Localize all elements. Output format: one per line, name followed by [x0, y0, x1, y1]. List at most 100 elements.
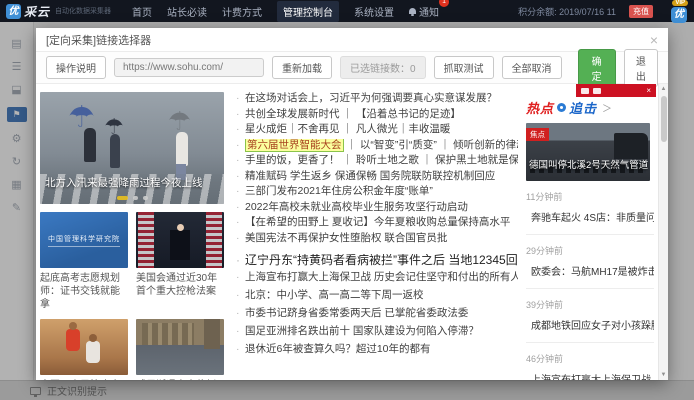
- dialog-toolbar: 操作说明 重新加载 已选链接数：0 抓取测试 全部取消 确定 退出: [36, 52, 668, 84]
- vip-avatar: 优: [671, 7, 687, 23]
- dialog-header: [定向采集]链接选择器 ×: [36, 28, 668, 52]
- webpage-left-column: ☂ ☂ ☂ 北方入汛来最强降雨过程今夜上线: [40, 92, 226, 380]
- hot-news-item[interactable]: 39分钟前 成都地铁回应女子对小孩跺脚: [526, 289, 654, 343]
- url-input[interactable]: [114, 58, 264, 77]
- ad-close-icon[interactable]: ×: [646, 87, 651, 95]
- ad-glyph: [581, 88, 589, 94]
- carousel-dot[interactable]: [133, 196, 138, 200]
- hot-item-text[interactable]: 成都地铁回应女子对小孩跺脚: [526, 317, 654, 332]
- pedestrian-figure: [110, 134, 120, 168]
- thumb-image-basketball: [40, 319, 128, 375]
- scrape-test-button[interactable]: 抓取测试: [434, 56, 494, 79]
- news-thumb[interactable]: 中国管理科学研究院 起底高考志愿规划师：证书交钱就能拿: [40, 212, 128, 311]
- page-scrollbar[interactable]: ▲ ▼: [658, 84, 668, 380]
- headline-link[interactable]: 三部门发布2021年住房公积金年度“账单”: [236, 185, 518, 198]
- menu-item-settings[interactable]: 系统设置: [354, 4, 394, 19]
- headline-link[interactable]: 上海宣布打赢大上海保卫战 历史会记住坚守和付出的所有人: [236, 271, 518, 284]
- hot-section-header[interactable]: 热点 追击 ＞: [526, 98, 654, 117]
- news-thumb[interactable]: 美国会通过近30年首个重大控枪法案: [136, 212, 224, 311]
- ship-graphic: [614, 133, 648, 159]
- scrollbar-thumb[interactable]: [661, 96, 667, 142]
- app-window: 优 采云 自动化数据采集器 首页 站长必读 计费方式 管理控制台 系统设置 通知…: [0, 0, 694, 400]
- hot-news-item[interactable]: 46分钟前 上海宣布打赢大上海保卫战: [526, 343, 654, 380]
- ad-banner[interactable]: ×: [576, 84, 656, 97]
- cancel-all-button[interactable]: 全部取消: [502, 56, 562, 79]
- focus-caption[interactable]: 德国叫停北溪2号天然气管道: [529, 157, 647, 171]
- chevron-right-icon[interactable]: ＞: [602, 100, 612, 115]
- news-thumb-grid: 中国管理科学研究院 起底高考志愿规划师：证书交钱就能拿 美国会通过近30年首个重…: [40, 212, 226, 380]
- scrollbar-up-icon[interactable]: ▲: [659, 84, 668, 94]
- hot-title: 热点: [526, 98, 554, 117]
- carousel-dot[interactable]: [143, 196, 148, 200]
- headline-link[interactable]: 北京：中小学、高一高二等下周一返校: [236, 289, 518, 302]
- news-thumb[interactable]: 中国三人男篮止步小组赛: [40, 319, 128, 380]
- headline-link[interactable]: 美国宪法不再保护女性堕胎权 联合国官员批: [236, 232, 518, 245]
- headline-link[interactable]: 【在希望的田野上 夏收记】今年夏粮收购总量保持高水平: [236, 216, 518, 229]
- focus-tag: 焦点: [526, 128, 549, 141]
- headline-link[interactable]: 精准赋码 学生返乡 保通保畅 国务院联防联控机制回应: [236, 170, 518, 183]
- vip-corner[interactable]: VIP 优: [666, 1, 688, 21]
- hot-item-text[interactable]: 奔驰车起火 4S店：非质量问题: [526, 209, 654, 224]
- headline-link-lead[interactable]: 辽宁丹东“持黄码者看病被拦”事件之后 当地12345回应: [236, 254, 518, 267]
- hot-item-time: 11分钟前: [526, 190, 654, 203]
- carousel-main-image[interactable]: ☂ ☂ ☂ 北方入汛来最强降雨过程今夜上线: [40, 92, 224, 204]
- headline-rest: ｜ 以“智变”引“质变” ｜ 倾听创新的律动: [344, 139, 519, 151]
- scrollbar-down-icon[interactable]: ▼: [659, 370, 668, 380]
- webpage-headline-column: 在这场对话会上，习近平为何强调要真心实意谋发展？ 共创全球发展新时代 ｜ 【沿着…: [236, 92, 518, 380]
- account-balance-text: 积分余额: 2019/07/16 11: [518, 5, 616, 18]
- logo-tagline: 自动化数据采集器: [55, 6, 111, 16]
- hot-item-text[interactable]: 上海宣布打赢大上海保卫战: [526, 371, 654, 380]
- carousel-dots: [40, 196, 224, 200]
- notification-badge: 1: [439, 0, 449, 7]
- menu-item-must-read[interactable]: 站长必读: [167, 4, 207, 19]
- confirm-button[interactable]: 确定: [578, 49, 616, 87]
- bell-icon: [409, 8, 416, 14]
- headline-link[interactable]: 市委书记跻身省委常委两天后 已掌舵省委政法委: [236, 307, 518, 320]
- pedestrian-figure: [176, 132, 188, 166]
- embedded-webpage: ☂ ☂ ☂ 北方入汛来最强降雨过程今夜上线: [36, 84, 668, 380]
- app-logo[interactable]: 优 采云 自动化数据采集器: [6, 3, 111, 20]
- hot-news-item[interactable]: 11分钟前 奔驰车起火 4S店：非质量问题: [526, 181, 654, 235]
- headline-link[interactable]: 星火成炬｜不舍再见 ｜ 凡人微光｜丰收温暖: [236, 123, 518, 136]
- hot-target-icon: [557, 103, 566, 112]
- news-thumb[interactable]: 威尼斯遇高水位倒灌 圣…: [136, 319, 224, 380]
- hot-item-time: 46分钟前: [526, 352, 654, 365]
- menu-item-notifications[interactable]: 通知 1: [409, 4, 439, 19]
- hot-news-item[interactable]: 29分钟前 欧委会：马航MH17是被炸击落: [526, 235, 654, 289]
- vip-badge: VIP: [672, 0, 688, 6]
- thumb-image-speech: [136, 212, 224, 268]
- headline-link[interactable]: 退休近6年被查算久吗？超过10年的都有: [236, 343, 518, 356]
- menu-item-console[interactable]: 管理控制台: [277, 1, 339, 22]
- menu-item-home[interactable]: 首页: [132, 4, 152, 19]
- headline-list: 在这场对话会上，习近平为何强调要真心实意谋发展？ 共创全球发展新时代 ｜ 【沿着…: [236, 92, 518, 356]
- headline-link[interactable]: 在这场对话会上，习近平为何强调要真心实意谋发展？: [236, 92, 518, 105]
- thumb-caption[interactable]: 美国会通过近30年首个重大控枪法案: [136, 272, 224, 298]
- webpage-hot-panel: × 热点 追击 ＞ 焦点 德国叫停北溪2号天然气管道 11分钟前 奔驰车起火 4…: [526, 92, 654, 380]
- link-selector-dialog: [定向采集]链接选择器 × 操作说明 重新加载 已选链接数：0 抓取测试 全部取…: [36, 28, 668, 380]
- thumb-caption[interactable]: 起底高考志愿规划师：证书交钱就能拿: [40, 272, 128, 311]
- hot-item-text[interactable]: 欧委会：马航MH17是被炸击落: [526, 263, 654, 278]
- headline-link[interactable]: 共创全球发展新时代 ｜ 【沿着总书记的足迹】: [236, 108, 518, 121]
- headline-link[interactable]: 2022年高校未就业高校毕业生服务攻坚行动启动: [236, 201, 518, 214]
- headline-link[interactable]: 国足亚洲排名跌出前十 国家队建设为何陷入停滞？: [236, 325, 518, 338]
- carousel-caption[interactable]: 北方入汛来最强降雨过程今夜上线: [45, 175, 203, 190]
- reload-button[interactable]: 重新加载: [272, 56, 332, 79]
- chase-title: 追击: [569, 98, 597, 117]
- close-icon[interactable]: ×: [650, 33, 658, 47]
- notifications-label: 通知: [419, 4, 439, 19]
- headline-link-highlighted[interactable]: 第六届世界智能大会 ｜ 以“智变”引“质变” ｜ 倾听创新的律动: [236, 139, 518, 152]
- thumb-image-institute: 中国管理科学研究院: [40, 212, 128, 268]
- dialog-title: [定向采集]链接选择器: [46, 32, 151, 48]
- thumb-image-venice: [136, 319, 224, 375]
- headline-link[interactable]: 手里的饭，更香了！ ｜ 聆听土地之歌 ｜ 保护黑土地就是保护每个…: [236, 154, 518, 167]
- top-navbar: 优 采云 自动化数据采集器 首页 站长必读 计费方式 管理控制台 系统设置 通知…: [0, 0, 694, 22]
- focus-news-card[interactable]: 焦点 德国叫停北溪2号天然气管道: [526, 123, 650, 181]
- quit-button[interactable]: 退出: [624, 49, 658, 87]
- carousel-dot-active[interactable]: [117, 196, 128, 200]
- recharge-button[interactable]: 充值: [629, 5, 653, 18]
- selected-link-highlight[interactable]: 第六届世界智能大会: [245, 139, 344, 152]
- help-button[interactable]: 操作说明: [46, 56, 106, 79]
- menu-item-pricing[interactable]: 计费方式: [222, 4, 262, 19]
- thumb-caption[interactable]: 威尼斯遇高水位倒灌 圣…: [136, 379, 224, 380]
- thumb-caption[interactable]: 中国三人男篮止步小组赛: [40, 379, 128, 380]
